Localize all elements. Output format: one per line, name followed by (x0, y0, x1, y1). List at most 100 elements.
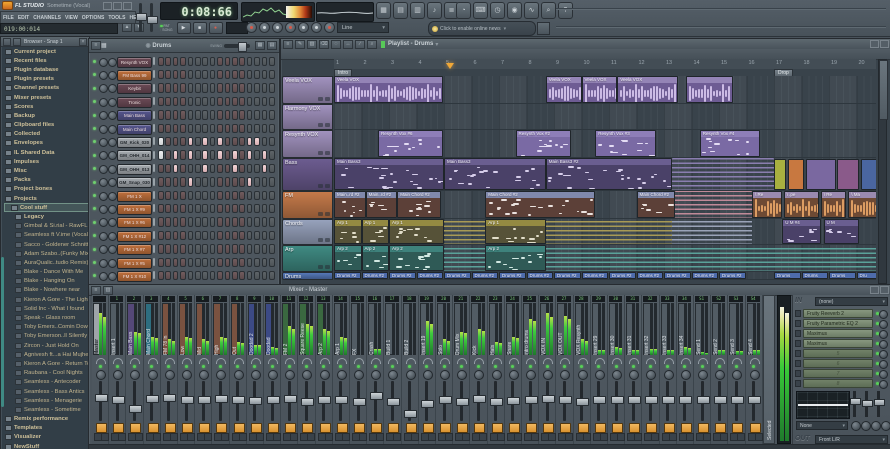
step-cell[interactable] (158, 97, 164, 107)
strip-fader[interactable] (580, 381, 583, 421)
strip-record-icon[interactable] (617, 433, 625, 441)
mixer-strip-low[interactable]: 5Low (178, 295, 195, 444)
step-cell[interactable] (158, 83, 164, 93)
pattern-clip[interactable]: Drums #2 (637, 272, 664, 279)
step-cell[interactable] (158, 244, 164, 254)
step-cell[interactable] (269, 137, 275, 147)
pattern-clip[interactable]: Drums (774, 272, 801, 279)
fx-slot-name-button[interactable]: 7 (803, 369, 873, 378)
step-cell[interactable] (158, 124, 164, 134)
step-cell[interactable] (173, 244, 179, 254)
step-cell[interactable] (225, 258, 231, 268)
pattern-clip[interactable]: Resynth Vox #6 (378, 130, 443, 157)
browser-file-raubana-cool-nights[interactable]: Raubana - Cool Nights (4, 369, 89, 378)
step-cell[interactable] (262, 177, 268, 187)
track-mute-button[interactable] (318, 123, 323, 127)
step-cell[interactable] (262, 83, 268, 93)
strip-fx-enable-checkbox[interactable] (113, 423, 124, 433)
strip-fader-thumb[interactable] (353, 398, 366, 406)
strip-pan-arc[interactable] (474, 358, 484, 364)
step-cell[interactable] (254, 164, 260, 174)
strip-enable-led[interactable] (615, 365, 618, 368)
strip-fader[interactable] (339, 381, 342, 421)
piano-roll-button[interactable]: ▥ (410, 2, 425, 19)
step-cell[interactable] (262, 150, 268, 160)
strip-record-icon[interactable] (686, 433, 694, 441)
step-cell[interactable] (165, 57, 171, 67)
blend-notes-button[interactable]: ∿ (524, 2, 539, 19)
channel-button[interactable]: GM_OHH_013 (117, 164, 152, 175)
fx-slot-menu-button[interactable] (795, 370, 801, 377)
pattern-clip[interactable]: Resynth Vox #4 (700, 130, 761, 157)
strip-enable-led[interactable] (116, 365, 119, 368)
strip-fader[interactable] (752, 381, 755, 421)
mixer-strip-insert-29[interactable]: 29Insert 29 (591, 295, 608, 444)
pattern-clip[interactable] (675, 191, 752, 219)
step-cell[interactable] (225, 204, 231, 214)
strip-fader-thumb[interactable] (697, 396, 710, 404)
step-cell[interactable] (269, 244, 275, 254)
minimize-button[interactable] (103, 2, 112, 10)
strip-fader[interactable] (529, 381, 532, 421)
strip-stereo-knob[interactable] (474, 370, 484, 380)
playlist-vertical-scrollbar[interactable] (878, 59, 887, 284)
step-cell[interactable] (232, 110, 238, 120)
browser-file-sacco-goldener-schnitt[interactable]: Sacco - Goldener Schnitt (4, 240, 89, 249)
step-cell[interactable] (239, 97, 245, 107)
strip-fx-enable-checkbox[interactable] (681, 423, 692, 433)
strip-stereo-knob[interactable] (715, 370, 725, 380)
step-cell[interactable] (158, 150, 164, 160)
strip-stereo-knob[interactable] (457, 370, 467, 380)
strip-fader-thumb[interactable] (542, 395, 555, 403)
mixer-strip-insert-33[interactable]: 33Insert 33 (660, 295, 677, 444)
strip-fader[interactable] (443, 381, 446, 421)
step-cell[interactable] (232, 177, 238, 187)
step-cell[interactable] (269, 271, 275, 281)
strip-stereo-knob[interactable] (199, 370, 209, 380)
browser-file-gimbal-si-rial-rawfl[interactable]: Gimbal & Si.rial - RawFL (4, 222, 89, 231)
browser-item-remix-performance[interactable]: Remix performance (4, 415, 89, 424)
step-cell[interactable] (232, 231, 238, 241)
strip-pan-arc[interactable] (251, 358, 261, 364)
strip-fx-enable-checkbox[interactable] (148, 423, 159, 433)
menu-tools[interactable]: TOOLS (106, 15, 127, 21)
menu-edit[interactable]: EDIT (16, 15, 31, 21)
strip-record-icon[interactable] (737, 433, 745, 441)
step-cell[interactable] (180, 258, 186, 268)
strip-stereo-knob[interactable] (664, 370, 674, 380)
strip-stereo-knob[interactable] (750, 370, 760, 380)
step-cell[interactable] (217, 83, 223, 93)
mixer-strip-insert-32[interactable]: 32Insert 32 (642, 295, 659, 444)
strip-pan-arc[interactable] (578, 358, 588, 364)
step-cell[interactable] (239, 191, 245, 201)
mixer-strip-intro-drums[interactable]: 25intro drums (522, 295, 539, 444)
strip-fader[interactable] (425, 381, 428, 421)
strip-stereo-knob[interactable] (526, 370, 536, 380)
strip-enable-led[interactable] (529, 365, 532, 368)
step-cell[interactable] (232, 244, 238, 254)
strip-fader-thumb[interactable] (335, 396, 348, 404)
strip-record-icon[interactable] (497, 433, 505, 441)
browser-file-blake-hanging-on[interactable]: Blake - Hanging On (4, 277, 89, 286)
step-cell[interactable] (225, 217, 231, 227)
pattern-clip[interactable]: Resynth Vox #2 (516, 130, 571, 157)
track-options-button[interactable] (325, 184, 330, 188)
step-cell[interactable] (202, 271, 208, 281)
step-cell[interactable] (173, 191, 179, 201)
pattern-clip[interactable]: Arp 2 (362, 245, 390, 271)
step-cell[interactable] (239, 150, 245, 160)
channel-enable-led[interactable] (93, 154, 96, 157)
step-cell[interactable] (247, 231, 253, 241)
browser-item-recent-files[interactable]: Recent files (4, 56, 89, 65)
step-sequencer-button[interactable]: ▤ (393, 2, 408, 19)
browser-file-blake-dance-with-me[interactable]: Blake - Dance With Me (4, 268, 89, 277)
step-cell[interactable] (195, 271, 201, 281)
strip-enable-led[interactable] (701, 365, 704, 368)
strip-record-icon[interactable] (428, 433, 436, 441)
strip-enable-led[interactable] (271, 365, 274, 368)
step-cell[interactable] (195, 244, 201, 254)
strip-fader[interactable] (683, 381, 686, 421)
browser-item-backup[interactable]: Backup (4, 111, 89, 120)
step-cell[interactable] (239, 244, 245, 254)
pattern-clip[interactable] (672, 158, 774, 191)
